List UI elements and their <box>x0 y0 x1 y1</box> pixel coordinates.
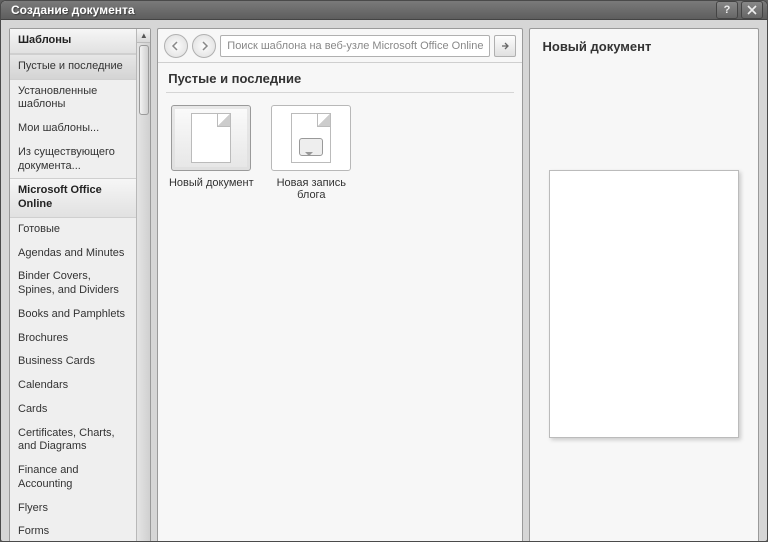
sidebar-item-calendars[interactable]: Calendars <box>10 374 136 398</box>
toolbar: Поиск шаблона на веб-узле Microsoft Offi… <box>158 29 522 63</box>
arrow-right-icon <box>199 41 209 51</box>
sidebar-item-installed-templates[interactable]: Установленные шаблоны <box>10 80 136 118</box>
sidebar: Шаблоны Пустые и последние Установленные… <box>9 28 151 542</box>
window-title: Создание документа <box>11 3 713 17</box>
search-go-button[interactable] <box>494 35 516 57</box>
sidebar-item-binder[interactable]: Binder Covers, Spines, and Dividers <box>10 265 136 303</box>
sidebar-item-certificates[interactable]: Certificates, Charts, and Diagrams <box>10 422 136 460</box>
template-new-blog-post[interactable]: Новая запись блога <box>268 105 354 201</box>
template-thumb <box>171 105 251 171</box>
sidebar-header-templates: Шаблоны <box>10 29 136 54</box>
template-label: Новая запись блога <box>268 177 354 201</box>
template-label: Новый документ <box>168 177 254 189</box>
sidebar-item-agendas[interactable]: Agendas and Minutes <box>10 242 136 266</box>
sidebar-item-finance[interactable]: Finance and Accounting <box>10 459 136 497</box>
sidebar-item-my-templates[interactable]: Мои шаблоны... <box>10 117 136 141</box>
titlebar: Создание документа ? <box>1 1 767 20</box>
main-panel: Поиск шаблона на веб-узле Microsoft Offi… <box>157 28 523 542</box>
preview-title: Новый документ <box>542 39 746 54</box>
document-icon <box>191 113 231 163</box>
sidebar-item-cards[interactable]: Cards <box>10 398 136 422</box>
arrow-right-icon <box>500 41 510 51</box>
templates-area: Новый документ Новая запись блога <box>158 97 522 542</box>
sidebar-item-business-cards[interactable]: Business Cards <box>10 350 136 374</box>
sidebar-item-forms[interactable]: Forms <box>10 520 136 542</box>
sidebar-item-brochures[interactable]: Brochures <box>10 327 136 351</box>
sidebar-item-books[interactable]: Books and Pamphlets <box>10 303 136 327</box>
nav-back-button[interactable] <box>164 34 188 58</box>
close-icon <box>747 5 757 15</box>
sidebar-list: Шаблоны Пустые и последние Установленные… <box>10 29 136 542</box>
dialog-window: Создание документа ? Шаблоны Пустые и по… <box>0 0 768 542</box>
scroll-up-icon[interactable]: ▲ <box>137 29 150 43</box>
sidebar-scrollbar[interactable]: ▲ ▼ <box>136 29 150 542</box>
sidebar-header-office-online: Microsoft Office Online <box>10 178 136 218</box>
dialog-body: Шаблоны Пустые и последние Установленные… <box>1 20 767 542</box>
scroll-thumb[interactable] <box>139 45 149 115</box>
search-input[interactable]: Поиск шаблона на веб-узле Microsoft Offi… <box>220 35 490 57</box>
preview-page <box>549 170 739 438</box>
sidebar-item-from-existing[interactable]: Из существующего документа... <box>10 141 136 179</box>
template-thumb <box>271 105 351 171</box>
section-heading: Пустые и последние <box>158 63 522 92</box>
divider <box>166 92 514 93</box>
sidebar-item-featured[interactable]: Готовые <box>10 218 136 242</box>
close-button[interactable] <box>741 1 763 19</box>
sidebar-item-blank-recent[interactable]: Пустые и последние <box>10 54 136 80</box>
blog-icon <box>291 113 331 163</box>
help-button[interactable]: ? <box>716 1 738 19</box>
nav-forward-button[interactable] <box>192 34 216 58</box>
preview-panel: Новый документ <box>529 28 759 542</box>
sidebar-item-flyers[interactable]: Flyers <box>10 497 136 521</box>
arrow-left-icon <box>171 41 181 51</box>
template-new-document[interactable]: Новый документ <box>168 105 254 189</box>
